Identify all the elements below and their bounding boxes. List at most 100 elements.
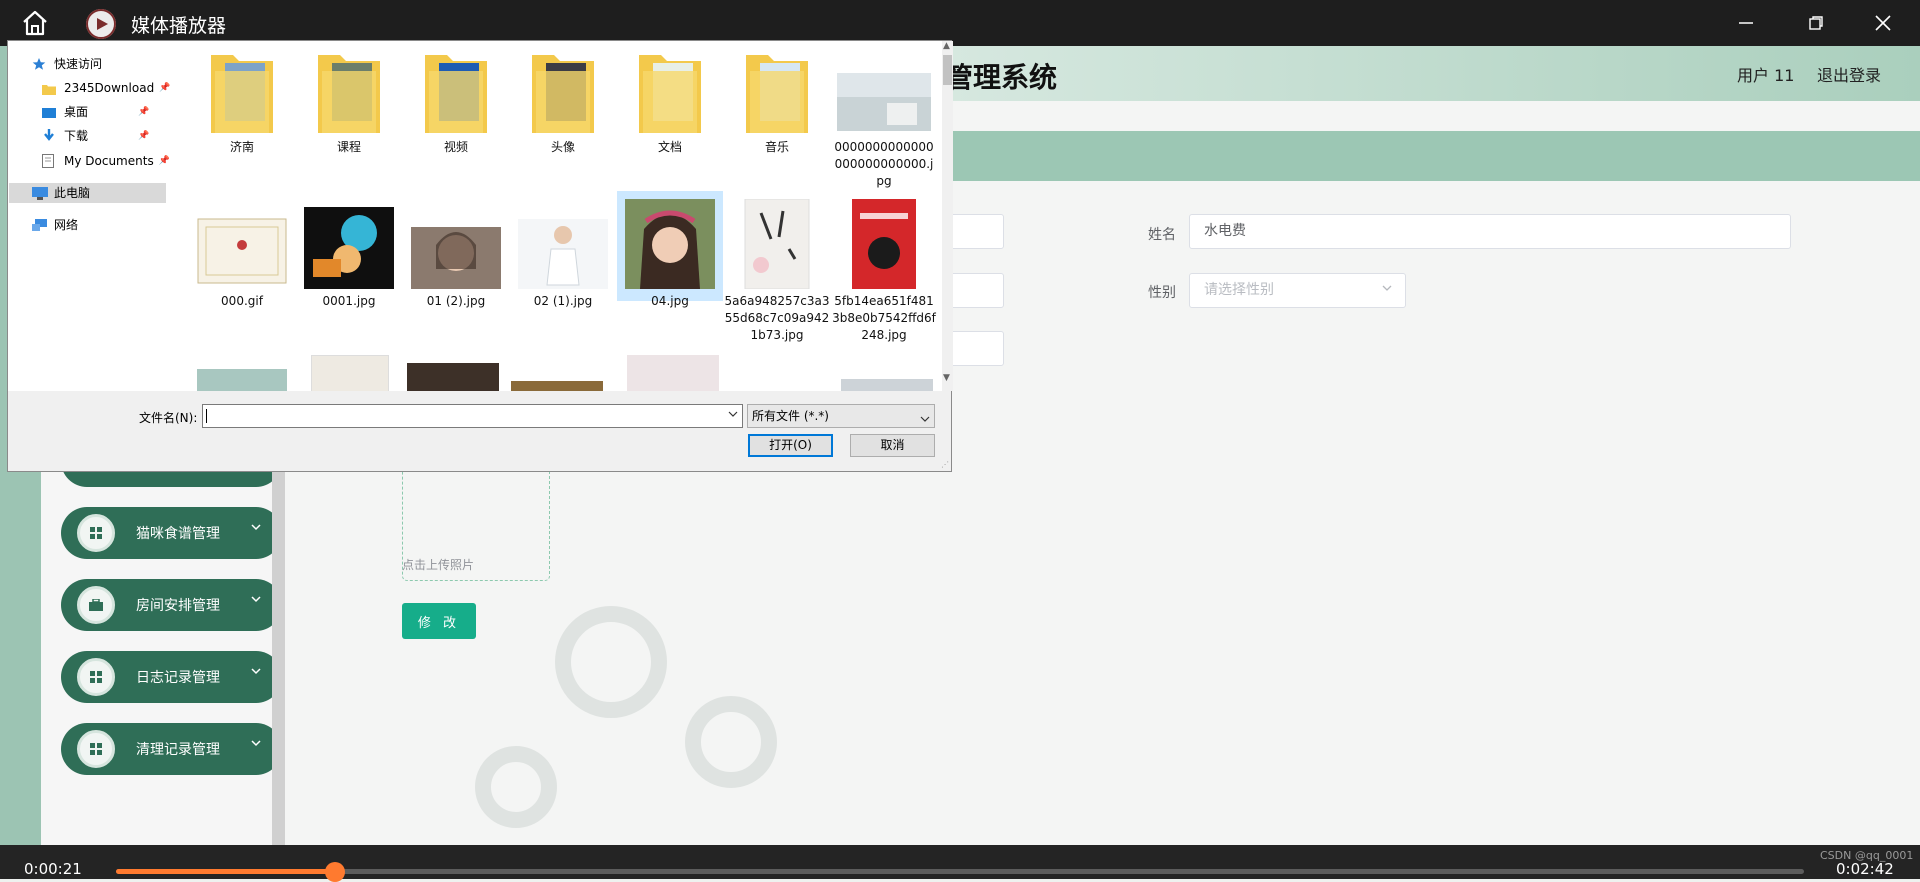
menu-item-label: 清理记录管理 [136, 742, 220, 758]
pin-icon: 📌 [159, 83, 171, 93]
file-item-image[interactable]: 5fb14ea651f4813b8e0b7542ffd6f248.jpg [831, 199, 937, 344]
file-name: 视频 [443, 140, 468, 154]
player-title: 媒体播放器 [131, 15, 227, 37]
file-name: 0001.jpg [322, 294, 376, 308]
network-icon [32, 218, 48, 232]
file-item-folder[interactable]: 视频 [403, 49, 509, 156]
scroll-up-icon[interactable]: ▲ [943, 41, 950, 51]
current-time: 0:00:21 [24, 860, 82, 878]
folder-icon [318, 55, 380, 133]
progress-thumb[interactable] [325, 862, 346, 882]
dialog-bottom-panel: 文件名(N): 所有文件 (*.*) 打开(O) 取消 ⋰ [8, 391, 951, 471]
media-player-logo-icon [86, 9, 116, 39]
chevron-down-icon [250, 665, 262, 681]
logout-link[interactable]: 退出登录 [1817, 62, 1881, 86]
image-thumbnail [837, 73, 931, 131]
image-thumbnail-partial[interactable] [511, 381, 603, 391]
file-item-image[interactable]: 02 (1).jpg [510, 199, 616, 310]
computer-icon [32, 186, 48, 200]
restore-icon[interactable] [1801, 8, 1831, 38]
file-grid-scrollbar[interactable]: ▲ ▼ [942, 41, 953, 391]
nav-item-2345download[interactable]: 2345Download 📌 [42, 78, 170, 98]
home-icon[interactable] [20, 9, 50, 37]
progress-track[interactable] [116, 869, 1804, 874]
site-title: 管理系统 [945, 61, 1058, 94]
pin-icon: 📌 [138, 107, 150, 117]
nav-label: 桌面 [64, 105, 89, 119]
scroll-down-icon[interactable]: ▼ [943, 373, 950, 383]
background-decoration [685, 696, 777, 788]
file-item-image[interactable]: 000.gif [189, 199, 295, 310]
image-thumbnail-partial[interactable] [311, 355, 389, 391]
star-icon [32, 57, 48, 71]
grid-icon [77, 658, 115, 696]
nav-quick-access[interactable]: 快速访问 [32, 54, 102, 74]
file-item-image-selected[interactable]: 04.jpg [617, 191, 723, 308]
menu-item-room-arrangement[interactable]: 房间安排管理 [61, 579, 282, 631]
image-thumbnail-partial[interactable] [407, 363, 499, 391]
folder-icon [746, 55, 808, 133]
file-item-folder[interactable]: 音乐 [724, 49, 830, 156]
document-icon [42, 154, 58, 168]
menu-item-log-records[interactable]: 日志记录管理 [61, 651, 282, 703]
player-controls: 0:00:21 CSDN @qq_0001 0:02:42 [0, 845, 1920, 882]
background-decoration [555, 606, 667, 718]
cancel-button[interactable]: 取消 [850, 434, 935, 457]
total-time: 0:02:42 [1836, 860, 1894, 878]
folder-icon [42, 81, 58, 95]
modify-button[interactable]: 修 改 [402, 603, 476, 639]
menu-item-cleaning-records[interactable]: 清理记录管理 [61, 723, 282, 775]
file-item-image[interactable]: 0000000000000000000000000.jpg [831, 49, 937, 190]
text-caret [206, 409, 207, 423]
file-name: 课程 [336, 140, 361, 154]
filename-input[interactable] [202, 404, 743, 428]
file-item-image[interactable]: 0001.jpg [296, 199, 402, 310]
background-decoration [475, 746, 557, 828]
pin-icon: 📌 [138, 131, 150, 141]
menu-item-label: 房间安排管理 [136, 598, 220, 614]
image-thumbnail [744, 199, 810, 289]
nav-item-my-documents[interactable]: My Documents 📌 [42, 151, 170, 171]
nav-label: 2345Download [64, 81, 155, 95]
name-input[interactable]: 水电费 [1189, 214, 1791, 249]
file-item-image[interactable]: 01 (2).jpg [403, 199, 509, 310]
image-thumbnail-partial[interactable] [627, 355, 719, 391]
chevron-down-icon [250, 521, 262, 537]
nav-label: 快速访问 [54, 57, 103, 71]
image-thumbnail-partial[interactable] [197, 369, 287, 391]
file-name: 000.gif [221, 294, 263, 308]
nav-label: 网络 [54, 218, 79, 232]
nav-label: 此电脑 [54, 186, 91, 200]
nav-label: 下载 [64, 129, 89, 143]
user-name[interactable]: 用户 11 [1737, 62, 1794, 86]
file-item-folder[interactable]: 课程 [296, 49, 402, 156]
minimize-icon[interactable] [1731, 8, 1761, 38]
menu-item-label: 日志记录管理 [136, 670, 220, 686]
gender-placeholder: 请选择性别 [1204, 282, 1274, 298]
nav-item-desktop[interactable]: 桌面 📌 [42, 102, 149, 122]
file-name: 音乐 [764, 140, 789, 154]
file-item-folder[interactable]: 头像 [510, 49, 616, 156]
file-item-image[interactable]: 5a6a948257c3a355d68c7c09a9421b73.jpg [724, 199, 830, 344]
file-name: 01 (2).jpg [426, 294, 486, 308]
menu-item-cat-recipe[interactable]: 猫咪食谱管理 [61, 507, 282, 559]
pin-icon: 📌 [158, 156, 170, 166]
file-item-folder[interactable]: 文档 [617, 49, 723, 156]
nav-label: My Documents [64, 154, 154, 168]
nav-this-pc[interactable]: 此电脑 [9, 183, 166, 203]
nav-item-downloads[interactable]: 下载 📌 [42, 126, 149, 146]
progress-fill [116, 869, 336, 874]
close-icon[interactable] [1868, 8, 1898, 38]
scrollbar-thumb[interactable] [943, 55, 952, 85]
file-item-folder[interactable]: 济南 [189, 49, 295, 156]
chevron-down-icon [250, 737, 262, 753]
open-button[interactable]: 打开(O) [748, 434, 833, 457]
filetype-select[interactable]: 所有文件 (*.*) [747, 404, 935, 428]
gender-select[interactable]: 请选择性别 [1189, 273, 1406, 308]
menu-item-label: 猫咪食谱管理 [136, 526, 220, 542]
image-thumbnail-partial[interactable] [841, 379, 933, 391]
nav-network[interactable]: 网络 [32, 215, 78, 235]
resize-grip-icon[interactable]: ⋰ [941, 460, 949, 469]
desktop-icon [42, 105, 58, 119]
chevron-down-icon[interactable] [728, 409, 738, 422]
